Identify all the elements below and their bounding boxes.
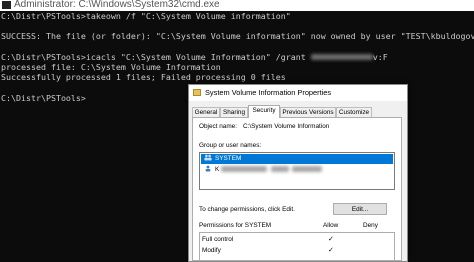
- permission-name: Modify: [202, 247, 221, 254]
- permissions-header: Permissions for SYSTEM: [199, 222, 272, 229]
- object-name-value: C:\System Volume Information: [243, 123, 330, 130]
- console-line-empty: [0, 42, 474, 52]
- tab-sharing[interactable]: Sharing: [220, 107, 248, 117]
- console-line: C:\Distr\PSTools>takeown /f "C:\System V…: [1, 11, 291, 21]
- permissions-list: Full control ✓ Modify ✓: [199, 232, 395, 261]
- tab-security[interactable]: Security: [248, 105, 280, 118]
- redacted-text: [310, 54, 373, 61]
- redacted-text: [221, 166, 268, 173]
- permission-name: Full control: [202, 236, 234, 243]
- user-name: K: [215, 166, 220, 173]
- console-command-tail: v:F: [372, 51, 388, 62]
- folder-icon: [193, 89, 201, 96]
- deny-header: Deny: [363, 222, 378, 229]
- console-line: Successfully processed 1 files; Failed p…: [1, 72, 286, 83]
- permission-row: Full control ✓: [202, 235, 392, 245]
- object-name-label: Object name:: [199, 123, 238, 130]
- redacted-text: [292, 166, 323, 173]
- properties-dialog: System Volume Information Properties Gen…: [188, 84, 408, 262]
- console-line-empty: [0, 21, 474, 31]
- tab-general[interactable]: General: [192, 107, 220, 117]
- users-listbox[interactable]: SYSTEM K: [199, 152, 395, 190]
- window-titlebar: Administrator: C:\Windows\System32\cmd.e…: [0, 0, 474, 11]
- group-label: Group or user names:: [199, 142, 262, 149]
- allow-check-icon: ✓: [328, 236, 334, 243]
- permission-row: Modify ✓: [202, 246, 392, 256]
- console-line: C:\Distr\PSTools>icacls "C:\System Volum…: [0, 52, 474, 62]
- user-icon: [205, 165, 211, 172]
- allow-check-icon: ✓: [328, 247, 334, 254]
- console-line: processed file: C:\System Volume Informa…: [1, 61, 221, 72]
- console-command: C:\Distr\PSTools>icacls "C:\System Volum…: [1, 51, 311, 62]
- change-permissions-hint: To change permissions, click Edit.: [199, 206, 295, 213]
- list-item[interactable]: K: [201, 165, 393, 175]
- cmd-icon: [2, 1, 11, 9]
- list-item[interactable]: SYSTEM: [201, 154, 393, 164]
- security-panel: Object name: C:\System Volume Informatio…: [192, 117, 402, 261]
- edit-button[interactable]: Edit...: [333, 203, 387, 215]
- tab-customize[interactable]: Customize: [336, 107, 372, 117]
- window-title: Administrator: C:\Windows\System32\cmd.e…: [14, 0, 220, 10]
- tab-previous-versions[interactable]: Previous Versions: [280, 107, 336, 117]
- dialog-title: System Volume Information Properties: [205, 88, 332, 97]
- users-group-icon: [204, 154, 212, 161]
- console-line: SUCCESS: The file (or folder): "C:\Syste…: [1, 31, 474, 42]
- redacted-text: [271, 166, 290, 173]
- allow-header: Allow: [323, 222, 339, 229]
- user-name: SYSTEM: [215, 155, 242, 162]
- dialog-titlebar[interactable]: System Volume Information Properties: [189, 85, 407, 101]
